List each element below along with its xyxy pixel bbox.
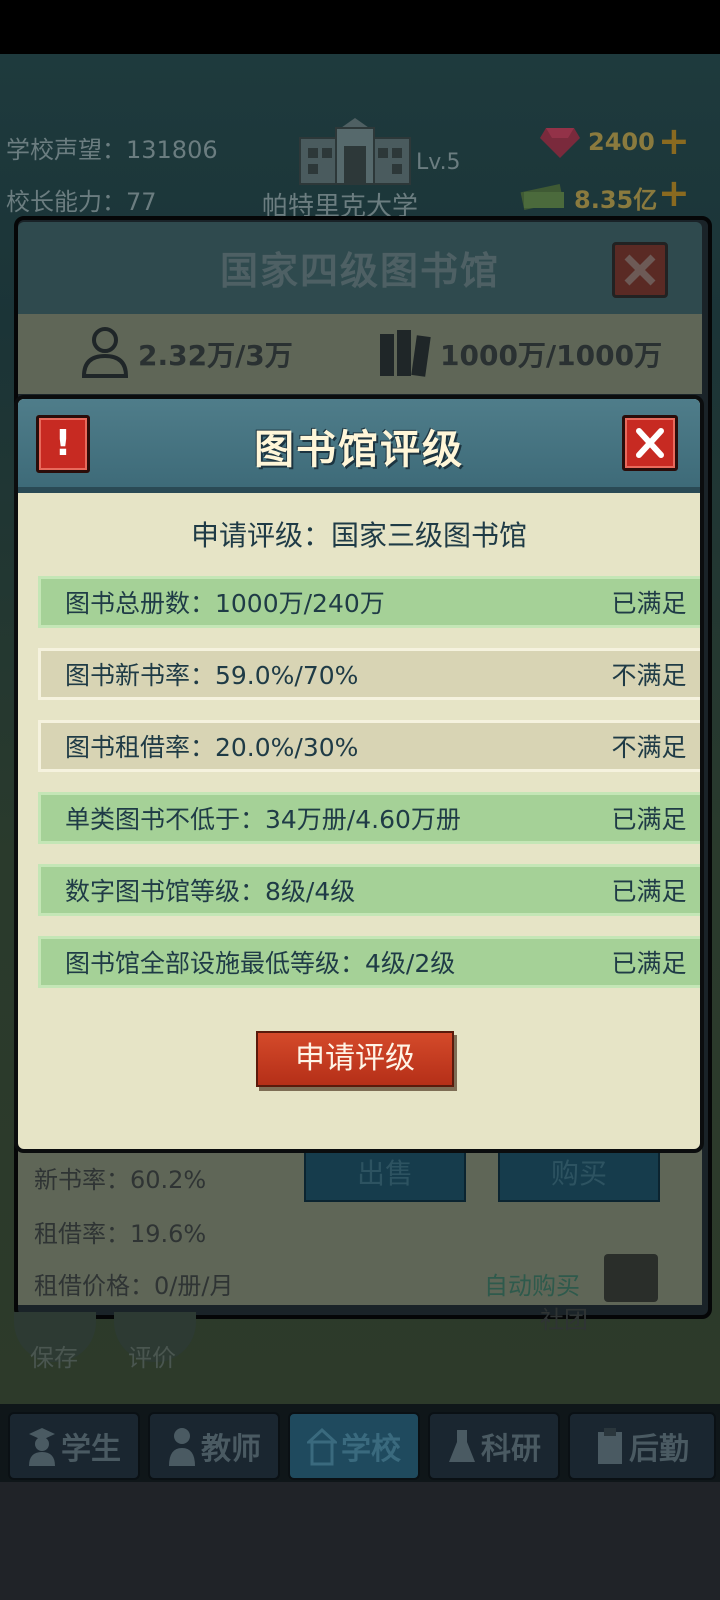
buy-button[interactable]: 购买 bbox=[498, 1146, 660, 1202]
requirement-status: 已满足 bbox=[611, 589, 687, 618]
requirement-status: 已满足 bbox=[611, 805, 687, 834]
requirement-label: 单类图书不低于：34万册/4.60万册 bbox=[65, 805, 461, 834]
dialog-close-button[interactable] bbox=[622, 415, 678, 471]
dialog-title: 图书馆评级 bbox=[254, 427, 464, 473]
library-rating-dialog: 图书馆评级 ! 申请评级：国家三级图书馆 图书总册数：1000万/240万 已满… bbox=[14, 395, 704, 1153]
requirement-label: 图书租借率：20.0%/30% bbox=[65, 733, 359, 762]
reputation-readout: 学校声望：131806 bbox=[6, 130, 218, 165]
person-icon bbox=[80, 326, 130, 382]
gem-icon bbox=[540, 126, 580, 164]
reputation-value: 131806 bbox=[126, 136, 218, 164]
system-navigation-area bbox=[0, 1482, 720, 1600]
apply-rating-subtitle: 申请评级：国家三级图书馆 bbox=[190, 519, 527, 552]
tab-students-label: 学生 bbox=[61, 1432, 121, 1467]
clipboard-icon bbox=[598, 1428, 622, 1464]
auto-buy-label: 自动购买 bbox=[484, 1272, 580, 1300]
add-gems-button[interactable]: + bbox=[658, 122, 690, 160]
map-label: 社团 bbox=[540, 1306, 588, 1334]
requirement-status: 已满足 bbox=[611, 877, 687, 906]
requirement-status: 已满足 bbox=[611, 949, 687, 978]
students-stat: 2.32万/3万 bbox=[138, 339, 293, 372]
dialog-header-edge bbox=[18, 487, 700, 493]
status-bar bbox=[0, 0, 720, 54]
school-level: Lv.5 bbox=[416, 150, 461, 175]
tab-teachers[interactable]: 教师 bbox=[148, 1412, 280, 1480]
money-amount: 8.35亿 bbox=[574, 186, 658, 214]
tab-research-label: 科研 bbox=[481, 1432, 541, 1467]
student-icon bbox=[29, 1428, 55, 1466]
requirement-row: 图书总册数：1000万/240万 已满足 bbox=[38, 576, 700, 628]
review-button-label: 评价 bbox=[128, 1344, 176, 1372]
ability-readout: 校长能力：77 bbox=[6, 182, 157, 217]
tab-logistics[interactable]: 后勤 bbox=[568, 1412, 716, 1480]
requirement-row: 数字图书馆等级：8级/4级 已满足 bbox=[38, 864, 700, 916]
requirement-row: 图书新书率：59.0%/70% 不满足 bbox=[38, 648, 700, 700]
tab-school[interactable]: 学校 bbox=[288, 1412, 420, 1480]
requirement-label: 图书总册数：1000万/240万 bbox=[65, 589, 385, 618]
reputation-label: 学校声望： bbox=[6, 136, 126, 164]
requirement-status: 不满足 bbox=[611, 661, 687, 690]
tab-students[interactable]: 学生 bbox=[8, 1412, 140, 1480]
requirement-label: 图书新书率：59.0%/70% bbox=[65, 661, 359, 690]
library-panel-title: 国家四级图书馆 bbox=[219, 249, 500, 293]
save-button-label: 保存 bbox=[30, 1344, 78, 1372]
add-money-button[interactable]: + bbox=[658, 174, 690, 212]
library-close-button[interactable] bbox=[612, 242, 668, 298]
requirement-row: 单类图书不低于：34万册/4.60万册 已满足 bbox=[38, 792, 700, 844]
close-icon bbox=[624, 254, 656, 286]
tab-school-label: 学校 bbox=[341, 1432, 401, 1467]
requirement-label: 数字图书馆等级：8级/4级 bbox=[65, 877, 356, 906]
school-building-icon[interactable] bbox=[298, 116, 412, 190]
tab-teachers-label: 教师 bbox=[201, 1432, 261, 1467]
borrow-rate: 租借率：19.6% bbox=[34, 1220, 207, 1248]
auto-buy-checkbox[interactable] bbox=[604, 1254, 658, 1302]
requirement-row: 图书馆全部设施最低等级：4级/2级 已满足 bbox=[38, 936, 700, 988]
borrow-price: 租借价格：0/册/月 bbox=[34, 1272, 234, 1300]
teacher-icon bbox=[169, 1428, 195, 1466]
requirement-row: 图书租借率：20.0%/30% 不满足 bbox=[38, 720, 700, 772]
close-icon bbox=[636, 428, 664, 458]
gem-count: 2400 bbox=[588, 128, 655, 156]
money-icon bbox=[520, 178, 566, 214]
flask-icon bbox=[449, 1430, 475, 1462]
books-icon bbox=[378, 326, 434, 382]
books-stat: 1000万/1000万 bbox=[440, 339, 663, 372]
tab-logistics-label: 后勤 bbox=[629, 1432, 689, 1467]
requirement-label: 图书馆全部设施最低等级：4级/2级 bbox=[65, 949, 456, 978]
tab-research[interactable]: 科研 bbox=[428, 1412, 560, 1480]
ability-value: 77 bbox=[126, 188, 157, 216]
apply-rating-button[interactable]: 申请评级 bbox=[256, 1031, 454, 1087]
ability-label: 校长能力： bbox=[6, 188, 126, 216]
requirement-status: 不满足 bbox=[611, 733, 687, 762]
new-book-rate: 新书率：60.2% bbox=[34, 1166, 207, 1194]
alert-icon: ! bbox=[36, 415, 90, 473]
school-icon bbox=[307, 1427, 337, 1466]
sell-button[interactable]: 出售 bbox=[304, 1146, 466, 1202]
